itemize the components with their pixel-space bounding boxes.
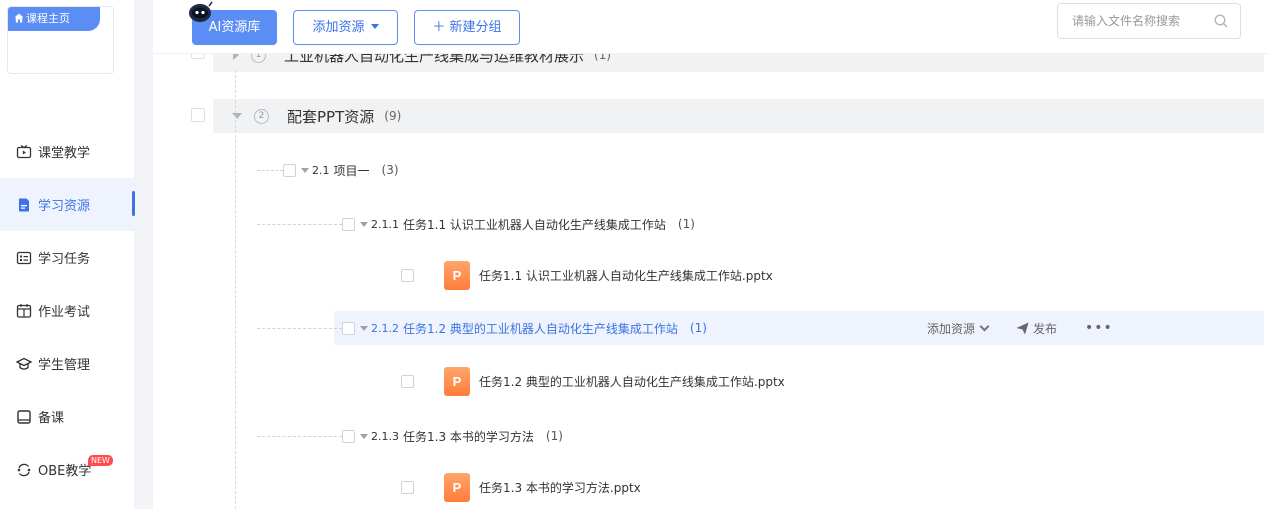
search-input[interactable] xyxy=(1058,4,1208,38)
chevron-down-icon xyxy=(979,321,990,331)
caret-down-icon xyxy=(232,113,242,119)
ppt-file-icon: P xyxy=(444,260,470,290)
file-row[interactable]: P 任务1.2 典型的工业机器人自动化生产线集成工作站.pptx xyxy=(401,364,785,398)
task-list-icon xyxy=(16,250,32,266)
row-checkbox[interactable] xyxy=(342,217,355,231)
cycle-icon xyxy=(16,462,32,478)
caret-down-icon xyxy=(301,167,309,173)
row-checkbox[interactable] xyxy=(401,374,414,388)
course-home-tag[interactable]: 课程主页 xyxy=(8,7,100,31)
task-row-selected[interactable]: 2.1.2 任务1.2 典型的工业机器人自动化生产线集成工作站 (1) xyxy=(257,311,707,345)
send-icon xyxy=(1016,322,1029,334)
sidebar-nav: 课堂教学 学习资源 学习任务 作业考试 学生管理 备课 OBE教学 NEW xyxy=(0,125,135,496)
sidebar-item-label: 学生管理 xyxy=(38,358,91,373)
robot-mascot-icon xyxy=(189,1,213,22)
resource-doc-icon xyxy=(16,197,32,213)
sidebar-item-label: OBE教学 xyxy=(38,464,92,479)
tv-play-icon xyxy=(16,144,32,160)
node-count: (1) xyxy=(545,429,563,443)
node-title: 任务1.1 认识工业机器人自动化生产线集成工作站 xyxy=(403,217,666,232)
sidebar-item-classroom[interactable]: 课堂教学 xyxy=(0,125,135,178)
tree-connector xyxy=(257,223,342,225)
file-name[interactable]: 任务1.1 认识工业机器人自动化生产线集成工作站.pptx xyxy=(479,267,773,284)
row-checkbox[interactable] xyxy=(401,480,414,494)
node-count: (3) xyxy=(381,163,399,177)
file-name[interactable]: 任务1.2 典型的工业机器人自动化生产线集成工作站.pptx xyxy=(479,373,785,390)
publish-label: 发布 xyxy=(1033,321,1058,336)
calendar-exam-icon xyxy=(16,303,32,319)
sidebar-gutter xyxy=(135,0,153,509)
sidebar-item-label: 学习资源 xyxy=(38,199,91,214)
sidebar-item-exams[interactable]: 作业考试 xyxy=(0,284,135,337)
node-title: 项目一 xyxy=(333,163,370,178)
node-number: 2.1.2 xyxy=(371,321,399,335)
node-title: 任务1.3 本书的学习方法 xyxy=(403,429,534,444)
ppt-file-icon: P xyxy=(444,366,470,396)
tree-connector xyxy=(257,327,342,329)
more-options-button[interactable]: ••• xyxy=(1085,320,1113,336)
row-checkbox[interactable] xyxy=(283,163,296,177)
sidebar-item-label: 备课 xyxy=(38,411,65,426)
row-checkbox[interactable] xyxy=(342,429,355,443)
new-group-button[interactable]: ＋ 新建分组 xyxy=(414,10,520,45)
ppt-file-icon: P xyxy=(444,472,470,502)
add-resource-label: 添加资源 xyxy=(312,20,365,35)
tree-guide-line xyxy=(235,70,236,509)
file-row[interactable]: P 任务1.1 认识工业机器人自动化生产线集成工作站.pptx xyxy=(401,258,773,292)
file-row[interactable]: P 任务1.3 本书的学习方法.pptx xyxy=(401,470,641,504)
course-card[interactable]: 课程主页 xyxy=(7,6,114,74)
caret-down-icon xyxy=(360,433,368,439)
node-count: (1) xyxy=(689,321,707,335)
resource-tree: 1 工业机器人自动化生产线集成与运维教材展示 (1) 2 配套PPT资源 (9)… xyxy=(153,0,1269,509)
node-number: 2.1.1 xyxy=(371,217,399,231)
row-checkbox[interactable] xyxy=(342,321,355,335)
task-row[interactable]: 2.1.1 任务1.1 认识工业机器人自动化生产线集成工作站 (1) xyxy=(257,207,695,241)
home-tag-label: 课程主页 xyxy=(26,12,70,25)
task-row[interactable]: 2.1.3 任务1.3 本书的学习方法 (1) xyxy=(257,419,563,453)
sidebar-item-tasks[interactable]: 学习任务 xyxy=(0,231,135,284)
file-name[interactable]: 任务1.3 本书的学习方法.pptx xyxy=(479,479,641,496)
row-add-resource-button[interactable]: 添加资源 xyxy=(927,320,990,337)
group-row[interactable]: 2 配套PPT资源 (9) xyxy=(213,99,1264,133)
toolbar: AI资源库 添加资源 ＋ 新建分组 xyxy=(153,0,1269,54)
group-checkbox[interactable] xyxy=(191,108,205,122)
sidebar: 课程主页 课堂教学 学习资源 学习任务 作业考试 学生管理 备课 OBE教学 N… xyxy=(0,0,135,509)
home-icon xyxy=(14,13,24,23)
sidebar-item-label: 学习任务 xyxy=(38,252,91,267)
row-actions: 添加资源 发布 ••• xyxy=(927,311,1113,345)
search-icon[interactable] xyxy=(1214,14,1228,28)
node-count: (1) xyxy=(677,217,695,231)
graduation-cap-icon xyxy=(16,356,32,372)
book-icon xyxy=(16,409,32,425)
sidebar-item-label: 作业考试 xyxy=(38,305,91,320)
row-add-resource-label: 添加资源 xyxy=(927,321,976,336)
group-count: (9) xyxy=(384,109,402,123)
group-title: 配套PPT资源 xyxy=(287,107,375,126)
caret-down-icon xyxy=(360,221,368,227)
group-number: 2 xyxy=(254,108,269,124)
node-title: 任务1.2 典型的工业机器人自动化生产线集成工作站 xyxy=(403,321,678,336)
tree-connector xyxy=(257,169,283,171)
new-badge: NEW xyxy=(88,455,113,466)
caret-down-icon xyxy=(360,325,368,331)
node-number: 2.1.3 xyxy=(371,429,399,443)
sidebar-item-students[interactable]: 学生管理 xyxy=(0,337,135,390)
chapter-row[interactable]: 2.1 项目一 (3) xyxy=(257,153,399,187)
sidebar-item-lesson-prep[interactable]: 备课 xyxy=(0,390,135,443)
row-checkbox[interactable] xyxy=(401,268,414,282)
caret-down-icon xyxy=(370,24,379,29)
file-search xyxy=(1057,3,1241,39)
publish-button[interactable]: 发布 xyxy=(1016,320,1057,337)
sidebar-item-obe[interactable]: OBE教学 NEW xyxy=(0,443,135,496)
sidebar-item-resources[interactable]: 学习资源 xyxy=(0,178,135,231)
tree-connector xyxy=(257,435,342,437)
sidebar-item-label: 课堂教学 xyxy=(38,146,91,161)
node-number: 2.1 xyxy=(312,163,330,177)
add-resource-button[interactable]: 添加资源 xyxy=(293,10,398,45)
